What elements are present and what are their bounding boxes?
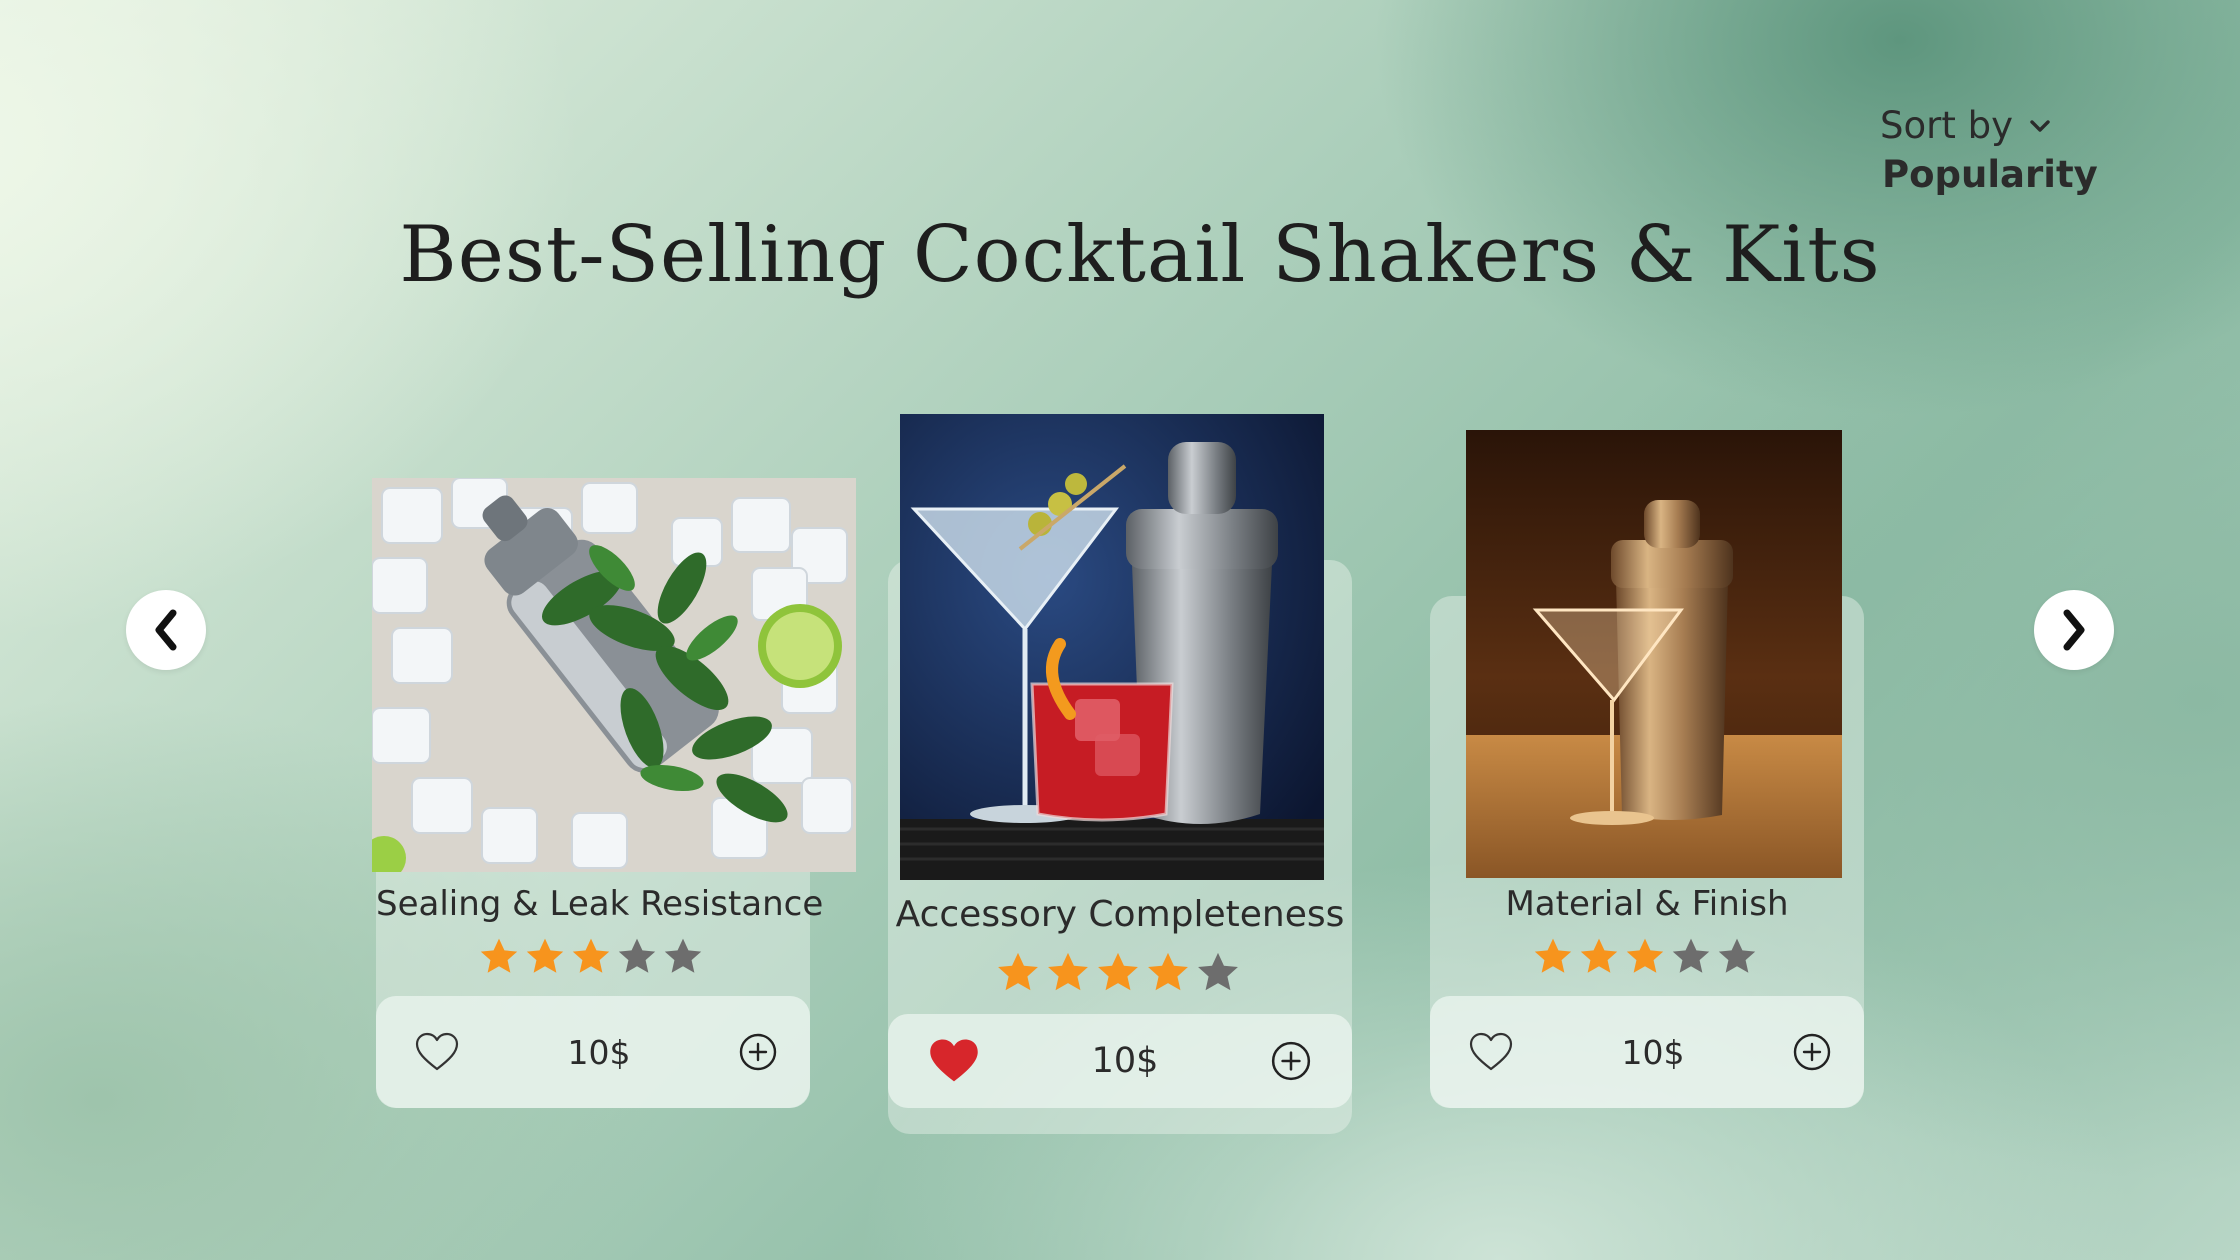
favorite-button[interactable]	[928, 1037, 980, 1085]
sort-label: Sort by	[1880, 104, 2013, 147]
star-rating	[1430, 936, 1864, 978]
carousel-next-button[interactable]	[2034, 590, 2114, 670]
product-price: 10$	[1091, 1041, 1159, 1081]
star-filled-icon	[572, 938, 610, 973]
heart-filled-icon	[930, 1039, 978, 1082]
star-filled-icon	[1626, 938, 1664, 973]
add-to-cart-button[interactable]	[1270, 1040, 1312, 1082]
page-title: Best-Selling Cocktail Shakers & Kits	[399, 210, 1881, 300]
star-rating	[376, 936, 810, 978]
sort-label-row[interactable]: Sort by	[1880, 104, 2098, 147]
product-name: Accessory Completeness	[895, 894, 1345, 935]
product-name: Material & Finish	[1505, 884, 1789, 924]
star-filled-icon	[998, 952, 1038, 991]
favorite-button[interactable]	[1468, 1031, 1514, 1073]
star-filled-icon	[1148, 952, 1188, 991]
star-empty-icon	[1198, 952, 1238, 991]
product-image-shaker-on-ice[interactable]	[372, 478, 856, 872]
product-footer: 10$	[888, 1014, 1352, 1108]
sort-value: Popularity	[1882, 153, 2098, 196]
product-image-martini-and-negroni[interactable]	[900, 414, 1324, 880]
product-footer: 10$	[376, 996, 810, 1108]
star-filled-icon	[526, 938, 564, 973]
sort-control[interactable]: Sort by Popularity	[1880, 104, 2098, 196]
star-rating	[888, 950, 1352, 996]
star-empty-icon	[664, 938, 702, 973]
product-price: 10$	[1621, 1032, 1685, 1072]
add-to-cart-button[interactable]	[738, 1032, 778, 1072]
chevron-left-icon	[155, 609, 177, 651]
star-filled-icon	[1098, 952, 1138, 991]
product-price: 10$	[567, 1032, 631, 1072]
carousel-prev-button[interactable]	[126, 590, 206, 670]
chevron-down-icon	[2030, 119, 2050, 132]
star-filled-icon	[1534, 938, 1572, 973]
star-filled-icon	[1048, 952, 1088, 991]
favorite-button[interactable]	[414, 1031, 460, 1073]
heart-outline-icon	[415, 1032, 459, 1071]
plus-circle-icon	[739, 1033, 777, 1071]
chevron-right-icon	[2063, 609, 2085, 651]
add-to-cart-button[interactable]	[1792, 1032, 1832, 1072]
star-filled-icon	[1580, 938, 1618, 973]
star-empty-icon	[618, 938, 656, 973]
star-empty-icon	[1672, 938, 1710, 973]
star-empty-icon	[1718, 938, 1756, 973]
product-image-copper-shaker[interactable]	[1466, 430, 1842, 878]
product-footer: 10$	[1430, 996, 1864, 1108]
plus-circle-icon	[1271, 1041, 1311, 1081]
plus-circle-icon	[1793, 1033, 1831, 1071]
heart-outline-icon	[1469, 1032, 1513, 1071]
product-name: Sealing & Leak Resistance	[376, 884, 824, 924]
star-filled-icon	[480, 938, 518, 973]
